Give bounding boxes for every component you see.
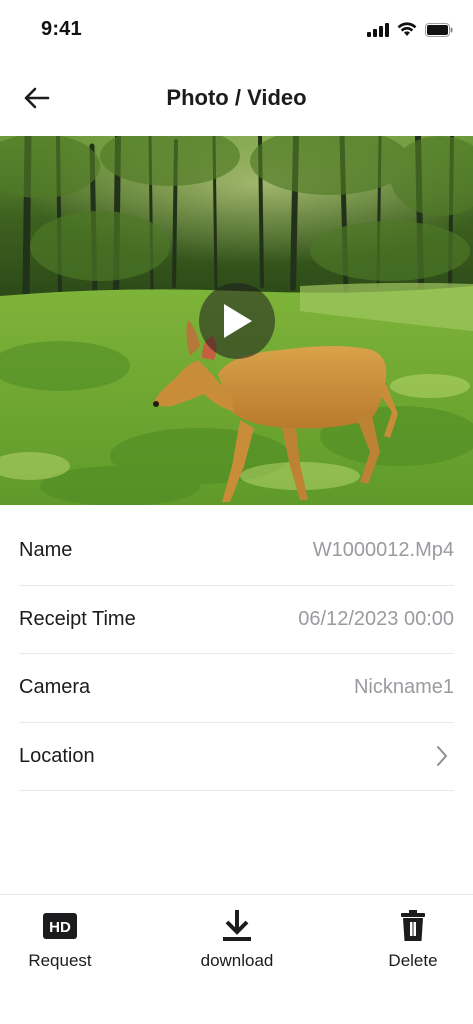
status-time: 9:41	[41, 18, 82, 40]
name-value: W1000012.Mp4	[312, 539, 454, 562]
play-button[interactable]	[199, 283, 275, 359]
delete-button[interactable]: Delete	[353, 909, 473, 971]
location-label: Location	[19, 744, 95, 767]
play-icon	[224, 304, 252, 338]
download-label: download	[200, 951, 274, 970]
detail-row-name: Name W1000012.Mp4	[19, 517, 454, 586]
status-bar: 9:41	[0, 0, 473, 60]
hd-icon: HD	[43, 909, 77, 943]
battery-icon	[425, 22, 453, 37]
name-label: Name	[19, 539, 73, 562]
receipt-time-value: 06/12/2023 00:00	[298, 607, 454, 630]
delete-label: Delete	[388, 951, 438, 970]
details-list: Name W1000012.Mp4 Receipt Time 06/12/202…	[19, 517, 454, 791]
cellular-signal-icon	[367, 22, 389, 37]
camera-value: Nickname1	[353, 676, 454, 699]
status-icons	[367, 22, 453, 37]
media-preview[interactable]	[0, 136, 473, 505]
wifi-icon	[397, 22, 417, 36]
detail-row-receipt-time: Receipt Time 06/12/2023 00:00	[19, 586, 454, 654]
page-title: Photo / Video	[166, 85, 307, 110]
download-icon	[222, 909, 252, 943]
trash-icon	[400, 909, 426, 943]
receipt-time-label: Receipt Time	[19, 607, 136, 630]
request-label: Request	[28, 951, 92, 970]
detail-row-camera: Camera Nickname1	[19, 654, 454, 723]
download-button[interactable]: download	[177, 909, 297, 971]
navigation-bar: Photo / Video	[0, 62, 473, 136]
bottom-action-bar: HD Request download Delete	[0, 894, 473, 1024]
svg-text:HD: HD	[49, 919, 71, 936]
request-hd-button[interactable]: HD Request	[0, 909, 120, 971]
camera-label: Camera	[19, 676, 91, 699]
detail-row-location[interactable]: Location	[19, 723, 454, 791]
chevron-right-icon	[436, 745, 454, 767]
